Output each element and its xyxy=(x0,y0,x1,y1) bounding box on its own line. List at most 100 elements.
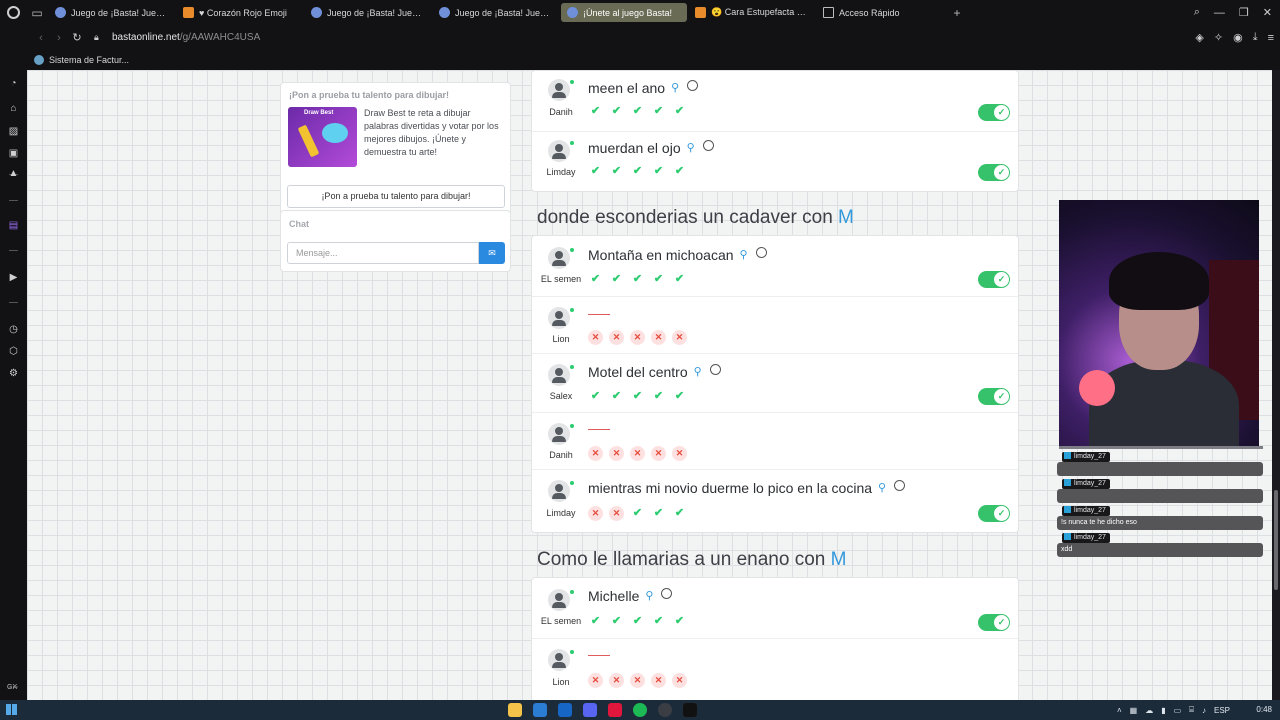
chat-message-input[interactable]: Mensaje... xyxy=(287,242,479,264)
cross-icon[interactable]: ✕ xyxy=(630,446,645,461)
file-explorer-icon[interactable] xyxy=(508,703,522,717)
opera-gx-icon[interactable] xyxy=(608,703,622,717)
download-icon[interactable]: ⤓ xyxy=(1253,31,1258,44)
tab-quick-access[interactable]: Acceso Rápido xyxy=(817,3,943,22)
outlook-icon[interactable] xyxy=(558,703,572,717)
tab-join-basta[interactable]: ¡Únete al juego Basta! xyxy=(561,3,687,22)
speed-dial-icon[interactable]: ◔ xyxy=(8,78,19,89)
check-icon[interactable]: ✔ xyxy=(672,272,687,287)
check-icon[interactable]: ✔ xyxy=(672,506,687,521)
cross-icon[interactable]: ✕ xyxy=(609,673,624,688)
cross-icon[interactable]: ✕ xyxy=(630,673,645,688)
gallery-icon[interactable]: ▦ xyxy=(1130,706,1138,715)
promo-button[interactable]: ¡Pon a prueba tu talento para dibujar! xyxy=(287,185,505,208)
extensions-icon[interactable]: ⬡ xyxy=(8,346,19,357)
smile-icon[interactable] xyxy=(661,588,673,599)
check-icon[interactable]: ✔ xyxy=(609,272,624,287)
new-tab-icon[interactable]: + xyxy=(950,6,964,20)
search-icon[interactable]: ⚲ xyxy=(694,365,702,378)
clock[interactable]: 0:48 xyxy=(1256,700,1272,720)
language-indicator[interactable]: ESP xyxy=(1214,706,1230,715)
cross-icon[interactable]: ✕ xyxy=(651,330,666,345)
discord-icon[interactable] xyxy=(583,703,597,717)
search-tabs-icon[interactable]: ⌕ xyxy=(1194,6,1200,19)
cross-icon[interactable]: ✕ xyxy=(651,446,666,461)
network-icon[interactable]: ⌸ xyxy=(1189,705,1194,715)
check-icon[interactable]: ✔ xyxy=(630,506,645,521)
tab-basta-2[interactable]: Juego de ¡Basta! Juega S xyxy=(305,3,431,22)
approve-toggle[interactable] xyxy=(978,164,1010,181)
camera-icon[interactable]: ◉ xyxy=(1233,31,1243,44)
check-icon[interactable]: ✔ xyxy=(588,164,603,179)
menu-icon[interactable]: ≡ xyxy=(1268,32,1274,44)
smile-icon[interactable] xyxy=(702,140,714,151)
approve-toggle[interactable] xyxy=(978,388,1010,405)
check-icon[interactable]: ✔ xyxy=(630,272,645,287)
cross-icon[interactable]: ✕ xyxy=(672,330,687,345)
cross-icon[interactable]: ✕ xyxy=(588,673,603,688)
check-icon[interactable]: ✔ xyxy=(651,272,666,287)
check-icon[interactable]: ✔ xyxy=(672,614,687,629)
check-icon[interactable]: ✔ xyxy=(672,389,687,404)
history-icon[interactable]: ◷ xyxy=(8,324,19,335)
search-icon[interactable]: ⚲ xyxy=(878,481,886,494)
search-icon[interactable]: ⚲ xyxy=(645,589,653,602)
chevron-up-icon[interactable]: ˄ xyxy=(1117,706,1122,715)
check-icon[interactable]: ✔ xyxy=(651,104,666,119)
cross-icon[interactable]: ✕ xyxy=(588,330,603,345)
url-field[interactable]: bastaonline.net/g/AAWAHC4USA xyxy=(112,32,260,43)
smile-icon[interactable] xyxy=(894,480,906,491)
cross-icon[interactable]: ✕ xyxy=(609,506,624,521)
check-icon[interactable]: ✔ xyxy=(609,164,624,179)
cross-icon[interactable]: ✕ xyxy=(672,446,687,461)
spotify-icon[interactable] xyxy=(633,703,647,717)
windows-start-icon[interactable] xyxy=(6,704,17,715)
page-scrollbar[interactable] xyxy=(1272,70,1280,700)
tab-basta-3[interactable]: Juego de ¡Basta! Juega S xyxy=(433,3,559,22)
cross-icon[interactable]: ✕ xyxy=(588,506,603,521)
search-icon[interactable]: ⚲ xyxy=(740,248,748,261)
smile-icon[interactable] xyxy=(709,364,721,375)
check-icon[interactable]: ✔ xyxy=(651,389,666,404)
check-icon[interactable]: ✔ xyxy=(609,389,624,404)
approve-toggle[interactable] xyxy=(978,505,1010,522)
cross-icon[interactable]: ✕ xyxy=(609,330,624,345)
minimize-icon[interactable]: — xyxy=(1214,7,1225,19)
cross-icon[interactable]: ✕ xyxy=(651,673,666,688)
settings-icon[interactable]: ⚙ xyxy=(8,368,19,379)
smile-icon[interactable] xyxy=(687,80,699,91)
microphone-icon[interactable]: ▮ xyxy=(1161,706,1165,715)
search-icon[interactable]: ⚲ xyxy=(671,81,679,94)
gx-corner-icon[interactable]: ▨ xyxy=(8,126,19,137)
cross-icon[interactable]: ✕ xyxy=(609,446,624,461)
tab-islands-icon[interactable]: ▭ xyxy=(26,0,48,25)
display-icon[interactable]: ▭ xyxy=(1174,706,1182,715)
check-icon[interactable]: ✔ xyxy=(588,389,603,404)
forward-icon[interactable]: › xyxy=(50,32,68,44)
check-icon[interactable]: ✔ xyxy=(588,614,603,629)
extension-icon[interactable]: ◈ xyxy=(1195,31,1203,44)
tab-surprised-emoji[interactable]: 😮 Cara Estupefacta Emo xyxy=(689,3,815,22)
check-icon[interactable]: ✔ xyxy=(630,164,645,179)
twitch-icon[interactable]: ▤ xyxy=(8,220,19,231)
opera-logo-icon[interactable] xyxy=(0,0,26,25)
pinboard-icon[interactable]: ⌂ xyxy=(8,103,19,114)
check-icon[interactable]: ✔ xyxy=(630,614,645,629)
m-app-icon[interactable]: ▣ xyxy=(8,148,19,159)
tiktok-icon[interactable] xyxy=(683,703,697,717)
check-icon[interactable]: ✔ xyxy=(588,104,603,119)
check-icon[interactable]: ✔ xyxy=(672,104,687,119)
smile-icon[interactable] xyxy=(755,247,767,258)
send-message-icon[interactable]: ✉ xyxy=(479,242,505,264)
back-icon[interactable]: ‹ xyxy=(32,32,50,44)
check-icon[interactable]: ✔ xyxy=(651,506,666,521)
check-icon[interactable]: ✔ xyxy=(630,389,645,404)
cloud-icon[interactable]: ☁ xyxy=(1145,706,1153,715)
scroll-thumb[interactable] xyxy=(1274,490,1278,590)
reload-icon[interactable]: ↻ xyxy=(68,31,86,44)
approve-toggle[interactable] xyxy=(978,104,1010,121)
lock-icon[interactable]: 🔒︎ xyxy=(94,32,106,43)
tab-basta-1[interactable]: Juego de ¡Basta! Juega S xyxy=(49,3,175,22)
cross-icon[interactable]: ✕ xyxy=(630,330,645,345)
check-icon[interactable]: ✔ xyxy=(651,164,666,179)
